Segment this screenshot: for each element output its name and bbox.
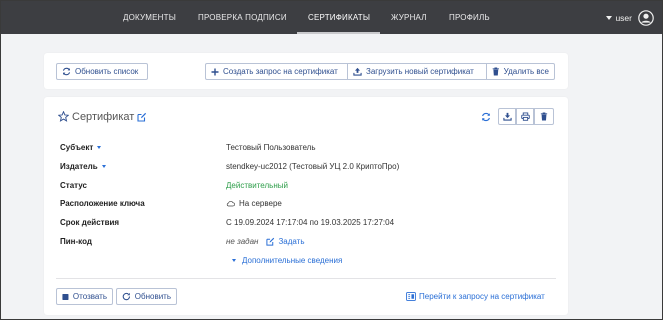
subject-label[interactable]: Субъект [60, 143, 102, 152]
nav-journal[interactable]: ЖУРНАЛ [391, 1, 427, 34]
delete-certificate-button[interactable] [534, 108, 554, 125]
goto-request-link[interactable]: Перейти к запросу на сертификат [406, 292, 545, 301]
upload-icon [353, 67, 362, 76]
print-button[interactable] [516, 108, 534, 125]
trash-icon [492, 67, 499, 76]
validity-value: С 19.09.2024 17:17:04 по 19.03.2025 17:2… [226, 218, 395, 227]
nav-certificates[interactable]: СЕРТИФИКАТЫ [308, 1, 370, 34]
issuer-value: stendkey-uc2012 (Тестовый УЦ 2.0 КриптоП… [226, 162, 400, 171]
nav-profile[interactable]: ПРОФИЛЬ [449, 1, 490, 34]
status-value: Действительный [226, 181, 288, 190]
print-icon [520, 112, 530, 121]
document-link-icon [406, 292, 416, 301]
pin-value-row: не задан Задать [226, 237, 305, 246]
delete-all-label: Удалить все [503, 67, 549, 76]
refresh-icon [122, 292, 131, 301]
user-avatar-icon [638, 9, 654, 26]
status-label: Статус [60, 181, 87, 190]
divider [56, 278, 556, 279]
upload-certificate-button[interactable]: Загрузить новый сертификат [347, 63, 487, 80]
renew-label: Обновить [134, 292, 171, 301]
trash-icon [540, 112, 548, 121]
validity-label: Срок действия [60, 218, 120, 227]
nav-signature-check[interactable]: ПРОВЕРКА ПОДПИСИ [198, 1, 287, 34]
create-request-label: Создать запрос на сертификат [223, 67, 338, 76]
key-location-text: На сервере [239, 199, 282, 208]
caret-down-icon [606, 15, 613, 20]
issuer-label-text: Издатель [60, 162, 98, 171]
goto-request-text: Перейти к запросу на сертификат [419, 292, 545, 301]
revoke-button[interactable]: Отозвать [56, 288, 113, 305]
user-menu[interactable]: user [606, 1, 654, 34]
nav-documents[interactable]: ДОКУМЕНТЫ [123, 1, 176, 34]
edit-icon [266, 237, 275, 246]
more-info-toggle[interactable]: Дополнительные сведения [232, 256, 342, 265]
caret-down-icon [232, 259, 236, 262]
user-name: user [615, 12, 632, 23]
refresh-list-label: Обновить список [75, 67, 139, 76]
set-pin-link[interactable]: Задать [266, 237, 305, 246]
set-pin-text: Задать [278, 237, 305, 246]
key-location-value: На сервере [226, 199, 282, 208]
upload-certificate-label: Загрузить новый сертификат [366, 67, 474, 76]
star-icon[interactable] [58, 111, 69, 122]
edit-icon[interactable] [137, 112, 147, 122]
pin-value: не задан [226, 237, 259, 246]
refresh-list-button[interactable]: Обновить список [56, 63, 148, 80]
download-button[interactable] [498, 108, 516, 125]
pin-label: Пин-код [60, 237, 92, 246]
active-tab-indicator [297, 32, 380, 34]
delete-all-button[interactable]: Удалить все [486, 63, 555, 80]
create-request-button[interactable]: Создать запрос на сертификат [205, 63, 348, 80]
refresh-icon [62, 67, 71, 76]
stop-icon [62, 293, 69, 300]
top-navbar: ДОКУМЕНТЫ ПРОВЕРКА ПОДПИСИ СЕРТИФИКАТЫ Ж… [1, 1, 662, 34]
download-icon [502, 112, 512, 121]
refresh-certificate-icon[interactable] [481, 112, 491, 122]
key-location-label: Расположение ключа [60, 199, 145, 208]
more-info-text: Дополнительные сведения [242, 256, 343, 265]
subject-label-text: Субъект [60, 143, 94, 152]
issuer-label[interactable]: Издатель [60, 162, 106, 171]
revoke-label: Отозвать [72, 292, 107, 301]
renew-button[interactable]: Обновить [116, 288, 177, 305]
caret-down-icon [101, 165, 106, 168]
certificate-title: Сертификат [72, 111, 135, 123]
plus-icon [211, 68, 219, 75]
subject-value: Тестовый Пользователь [226, 143, 316, 152]
caret-down-icon [97, 146, 102, 149]
cloud-icon [226, 200, 235, 207]
